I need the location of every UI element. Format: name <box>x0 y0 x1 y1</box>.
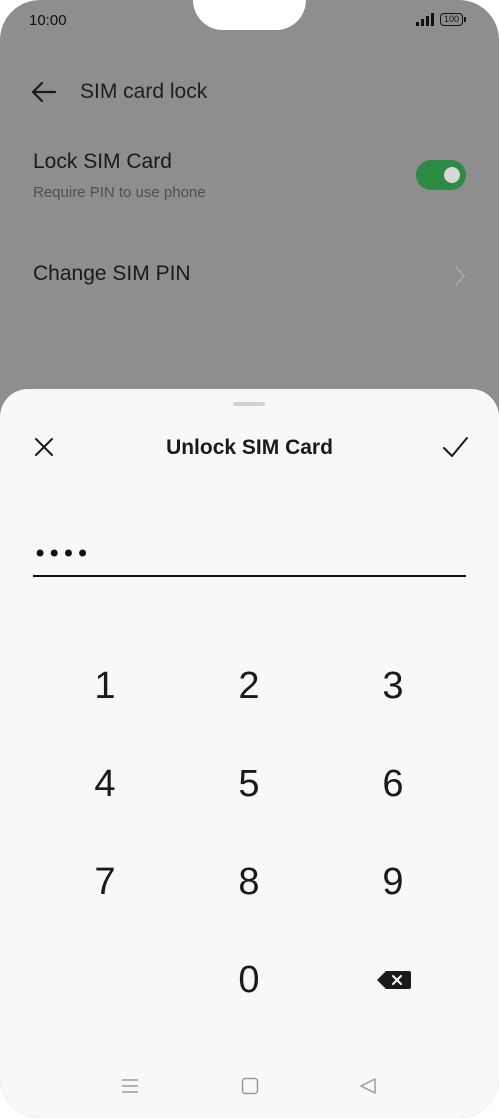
lock-sim-toggle[interactable] <box>416 160 466 190</box>
key-1[interactable]: 1 <box>50 651 160 721</box>
key-4[interactable]: 4 <box>50 749 160 819</box>
key-0[interactable]: 0 <box>194 945 304 1015</box>
lock-sim-subtitle: Require PIN to use phone <box>33 184 206 201</box>
camera-notch <box>193 0 306 30</box>
key-2[interactable]: 2 <box>194 651 304 721</box>
battery-icon: 100 <box>439 13 467 26</box>
lock-sim-row[interactable]: Lock SIM Card Require PIN to use phone <box>0 140 499 220</box>
drag-handle[interactable] <box>233 402 265 406</box>
pin-input-value: •••• <box>33 540 90 568</box>
change-sim-pin-row[interactable]: Change SIM PIN <box>0 256 499 300</box>
key-9[interactable]: 9 <box>338 847 448 917</box>
menu-icon[interactable] <box>120 1076 140 1096</box>
signal-icon <box>415 13 434 26</box>
home-icon[interactable] <box>240 1076 260 1096</box>
navigation-bar <box>0 1068 499 1108</box>
screen: 10:00 100 SIM card lock Lock SIM Card Re… <box>0 0 499 1118</box>
arrow-left-icon[interactable] <box>30 78 58 106</box>
toggle-knob <box>444 167 460 183</box>
app-bar: SIM card lock <box>0 68 499 116</box>
page-title: SIM card lock <box>80 80 208 103</box>
lock-sim-title: Lock SIM Card <box>33 150 172 173</box>
check-icon[interactable] <box>440 433 470 461</box>
pin-input[interactable]: •••• <box>33 539 466 577</box>
chevron-right-icon <box>455 266 465 286</box>
key-7[interactable]: 7 <box>50 847 160 917</box>
back-icon[interactable] <box>358 1076 378 1096</box>
dialog-title: Unlock SIM Card <box>166 436 333 459</box>
key-8[interactable]: 8 <box>194 847 304 917</box>
unlock-sim-sheet: Unlock SIM Card •••• 1 2 3 4 5 6 7 8 9 0 <box>0 389 499 1118</box>
change-sim-pin-title: Change SIM PIN <box>33 262 191 285</box>
backspace-icon[interactable] <box>376 970 412 990</box>
key-3[interactable]: 3 <box>338 651 448 721</box>
status-time: 10:00 <box>29 12 67 29</box>
key-6[interactable]: 6 <box>338 749 448 819</box>
key-5[interactable]: 5 <box>194 749 304 819</box>
status-icons: 100 <box>415 13 467 26</box>
